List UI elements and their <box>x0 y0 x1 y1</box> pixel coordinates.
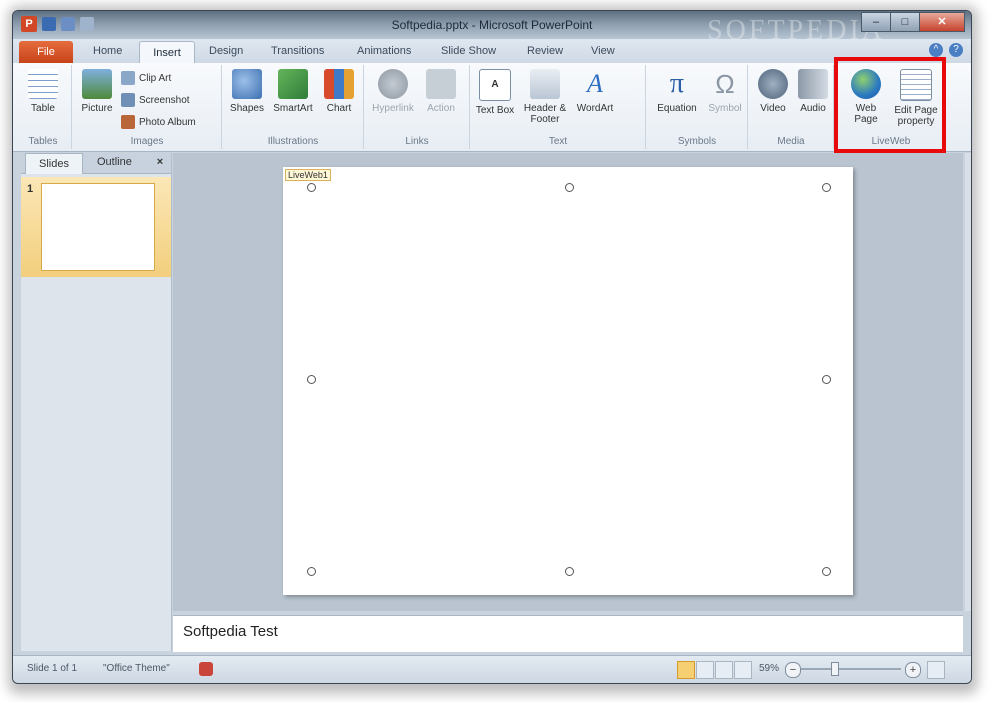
screenshot-icon <box>121 93 135 107</box>
clip-art-button[interactable]: Clip Art <box>121 71 171 85</box>
shapes-icon <box>232 69 262 99</box>
speaker-icon <box>798 69 828 99</box>
normal-view-icon[interactable] <box>677 661 695 679</box>
group-media: Video Audio Media <box>749 65 834 149</box>
slide-thumbnail-item[interactable]: 1 <box>21 177 171 277</box>
status-bar: Slide 1 of 1 "Office Theme" 59% − + <box>13 655 971 683</box>
minimize-button[interactable]: – <box>861 12 891 32</box>
maximize-button[interactable]: □ <box>890 12 920 32</box>
resize-handle[interactable] <box>822 183 831 192</box>
resize-handle[interactable] <box>307 375 316 384</box>
chart-button[interactable]: Chart <box>317 69 361 114</box>
group-tables: Table Tables <box>15 65 72 149</box>
zoom-slider[interactable] <box>801 668 901 670</box>
title-bar: P Softpedia.pptx - Microsoft PowerPoint … <box>13 11 971 46</box>
photo-album-button[interactable]: Photo Album <box>121 115 196 129</box>
close-button[interactable]: ✕ <box>919 12 965 32</box>
slide-thumbnail[interactable] <box>41 183 155 271</box>
liveweb-object-label: LiveWeb1 <box>285 169 331 181</box>
table-button[interactable]: Table <box>21 69 65 114</box>
resize-handle[interactable] <box>565 567 574 576</box>
action-icon <box>426 69 456 99</box>
hyperlink-button[interactable]: Hyperlink <box>371 69 415 114</box>
tab-file[interactable]: File <box>19 41 73 63</box>
reading-view-icon[interactable] <box>715 661 733 679</box>
slides-panel: Slides Outline × 1 <box>21 153 172 651</box>
tab-view[interactable]: View <box>591 45 615 57</box>
group-links: Hyperlink Action Links <box>365 65 470 149</box>
slide[interactable]: LiveWeb1 <box>283 167 853 595</box>
text-box-icon: A <box>479 69 511 101</box>
slideshow-view-icon[interactable] <box>734 661 752 679</box>
smartart-button[interactable]: SmartArt <box>271 69 315 114</box>
powerpoint-window: P Softpedia.pptx - Microsoft PowerPoint … <box>12 10 972 684</box>
clip-art-icon <box>121 71 135 85</box>
panel-tabs: Slides Outline × <box>21 153 171 174</box>
zoom-level[interactable]: 59% <box>759 663 779 674</box>
resize-handle[interactable] <box>307 567 316 576</box>
slide-sorter-icon[interactable] <box>696 661 714 679</box>
resize-handle[interactable] <box>307 183 316 192</box>
ribbon-tabs: File Home Insert Design Transitions Anim… <box>13 39 971 64</box>
window-controls: – □ ✕ <box>861 12 965 32</box>
header-footer-button[interactable]: Header & Footer <box>519 69 571 125</box>
audio-button[interactable]: Audio <box>791 69 835 114</box>
ribbon: Table Tables Picture Clip Art Screenshot… <box>13 63 971 152</box>
zoom-slider-thumb[interactable] <box>831 662 839 676</box>
help-area: ^ ? <box>929 43 963 57</box>
hyperlink-icon <box>378 69 408 99</box>
chart-icon <box>324 69 354 99</box>
resize-handle[interactable] <box>822 375 831 384</box>
pi-icon: π <box>669 68 685 99</box>
symbol-button[interactable]: Ω Symbol <box>703 69 747 114</box>
group-images: Picture Clip Art Screenshot Photo Album … <box>73 65 222 149</box>
tab-design[interactable]: Design <box>209 45 243 57</box>
notes-pane[interactable]: Softpedia Test <box>173 615 963 652</box>
spell-check-icon[interactable] <box>199 662 213 676</box>
group-symbols: π Equation Ω Symbol Symbols <box>647 65 748 149</box>
header-footer-icon <box>530 69 560 99</box>
text-box-button[interactable]: A Text Box <box>473 69 517 116</box>
video-icon <box>758 69 788 99</box>
notes-text: Softpedia Test <box>183 623 278 640</box>
tab-slide-show[interactable]: Slide Show <box>441 45 496 57</box>
omega-icon: Ω <box>715 69 735 99</box>
picture-button[interactable]: Picture <box>75 69 119 114</box>
table-icon <box>28 69 58 99</box>
group-illustrations: Shapes SmartArt Chart Illustrations <box>223 65 364 149</box>
slide-number: 1 <box>27 183 34 195</box>
tab-insert[interactable]: Insert <box>139 41 195 64</box>
tab-animations[interactable]: Animations <box>357 45 411 57</box>
highlight-box <box>834 57 946 153</box>
tab-home[interactable]: Home <box>93 45 122 57</box>
video-button[interactable]: Video <box>751 69 795 114</box>
tab-review[interactable]: Review <box>527 45 563 57</box>
theme-name: "Office Theme" <box>103 663 170 674</box>
zoom-out-icon[interactable]: − <box>785 662 801 678</box>
shapes-button[interactable]: Shapes <box>225 69 269 114</box>
slide-info: Slide 1 of 1 <box>27 663 78 674</box>
equation-button[interactable]: π Equation <box>653 68 701 115</box>
tab-transitions[interactable]: Transitions <box>271 45 324 57</box>
picture-icon <box>82 69 112 99</box>
fit-to-window-icon[interactable] <box>927 661 945 679</box>
help-icon[interactable]: ? <box>949 43 963 57</box>
resize-handle[interactable] <box>822 567 831 576</box>
close-icon[interactable]: × <box>153 155 167 169</box>
zoom-in-icon[interactable]: + <box>905 662 921 678</box>
tab-outline[interactable]: Outline <box>97 156 132 168</box>
photo-album-icon <box>121 115 135 129</box>
chevron-up-icon[interactable]: ^ <box>929 43 943 57</box>
wordart-button[interactable]: A WordArt <box>573 69 617 114</box>
wordart-icon: A <box>587 69 603 98</box>
slide-canvas: LiveWeb1 <box>173 153 963 611</box>
tab-slides[interactable]: Slides <box>25 153 83 174</box>
vertical-scrollbar[interactable] <box>965 153 971 611</box>
group-text: A Text Box Header & Footer A WordArt Tex… <box>471 65 646 149</box>
resize-handle[interactable] <box>565 183 574 192</box>
smartart-icon <box>278 69 308 99</box>
action-button[interactable]: Action <box>419 69 463 114</box>
screenshot-button[interactable]: Screenshot <box>121 93 190 107</box>
